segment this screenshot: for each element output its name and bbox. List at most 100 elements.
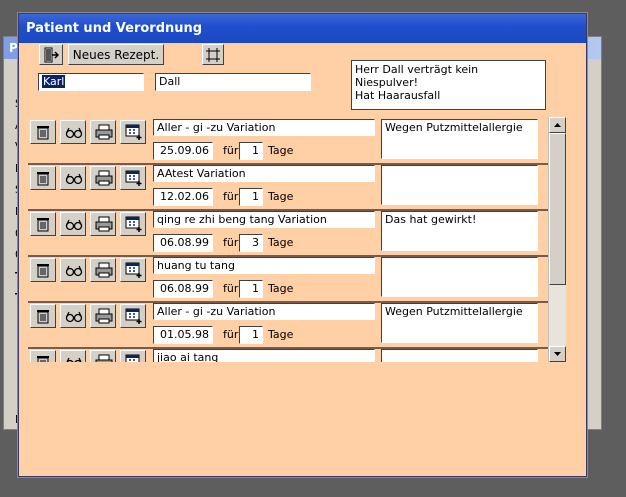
exit-button[interactable] (39, 44, 63, 65)
calendar-add-button[interactable] (120, 304, 146, 328)
trash-icon (37, 172, 49, 186)
prescription-row: jiao ai tang für Tage (28, 347, 548, 362)
new-prescription-button[interactable]: Neues Rezept. (68, 44, 164, 65)
days-unit-label: Tage (268, 236, 294, 249)
prescription-date-field[interactable]: 06.08.99 (153, 234, 213, 252)
prescription-row: Aller - gi -zu Variation 25.09.06 für 1 … (28, 117, 548, 165)
printer-icon (95, 308, 113, 324)
for-label: für (223, 144, 239, 157)
calendar-add-button[interactable] (120, 166, 146, 190)
prescription-note-field[interactable]: Das hat gewirkt! (381, 211, 538, 251)
delete-button[interactable] (30, 258, 56, 282)
for-label: für (223, 328, 239, 341)
prescription-row: AAtest Variation 12.02.06 für 1 Tage (28, 163, 548, 211)
window-titlebar[interactable]: Patient und Verordnung (19, 14, 586, 43)
print-button[interactable] (90, 304, 116, 328)
prescription-row: Aller - gi -zu Variation 01.05.98 für 1 … (28, 301, 548, 349)
for-label: für (223, 190, 239, 203)
printer-icon (95, 354, 113, 362)
view-button[interactable] (60, 350, 86, 362)
prescription-note-field[interactable]: Wegen Putzmittelallergie (381, 119, 538, 159)
prescription-date-field[interactable]: 25.09.06 (153, 142, 213, 160)
glasses-icon (65, 127, 83, 139)
prescription-note-field[interactable]: Wegen Putzmittelallergie (381, 303, 538, 343)
prescription-name-field[interactable]: AAtest Variation (153, 165, 375, 182)
days-field[interactable]: 1 (239, 326, 263, 344)
trash-icon (37, 218, 49, 232)
glasses-icon (65, 311, 83, 323)
prescription-note-field[interactable] (381, 349, 538, 362)
exit-door-icon (44, 47, 59, 62)
print-button[interactable] (90, 120, 116, 144)
prescription-date-field[interactable]: 06.08.99 (153, 280, 213, 298)
calendar-add-icon (125, 216, 142, 232)
printer-icon (95, 262, 113, 278)
days-field[interactable]: 1 (239, 188, 263, 206)
vertical-scrollbar[interactable] (548, 117, 566, 362)
print-button[interactable] (90, 258, 116, 282)
calendar-add-icon (125, 124, 142, 140)
days-unit-label: Tage (268, 282, 294, 295)
calendar-add-icon (125, 170, 142, 186)
prescription-name-field[interactable]: huang tu tang (153, 257, 375, 274)
prescription-note-field[interactable] (381, 165, 538, 205)
days-unit-label: Tage (268, 328, 294, 341)
prescription-name-field[interactable]: Aller - gi -zu Variation (153, 303, 375, 320)
prescription-note-field[interactable] (381, 257, 538, 297)
view-button[interactable] (60, 120, 86, 144)
days-field[interactable]: 1 (239, 280, 263, 298)
background-window-title: P (9, 41, 18, 55)
view-button[interactable] (60, 258, 86, 282)
calendar-add-button[interactable] (120, 350, 146, 362)
patient-note-text: Herr Dall verträgt kein Niespulver! Hat … (355, 63, 479, 102)
delete-button[interactable] (30, 304, 56, 328)
print-button[interactable] (90, 350, 116, 362)
days-unit-label: Tage (268, 144, 294, 157)
print-button[interactable] (90, 166, 116, 190)
glasses-icon (65, 265, 83, 277)
trash-icon (37, 310, 49, 324)
calendar-add-icon (125, 262, 142, 278)
layout-button[interactable] (202, 44, 224, 65)
prescription-list: Aller - gi -zu Variation 25.09.06 für 1 … (28, 117, 548, 362)
window-client: Neues Rezept. Karl Dall Herr Dall verträ… (23, 43, 582, 471)
prescription-name-field[interactable]: qing re zhi beng tang Variation (153, 211, 375, 228)
prescription-date-field[interactable]: 12.02.06 (153, 188, 213, 206)
for-label: für (223, 282, 239, 295)
patient-note-field[interactable]: Herr Dall verträgt kein Niespulver! Hat … (351, 60, 546, 110)
for-label: für (223, 236, 239, 249)
trash-icon (37, 264, 49, 278)
days-field[interactable]: 3 (239, 234, 263, 252)
trash-icon (37, 356, 49, 362)
trash-icon (37, 126, 49, 140)
view-button[interactable] (60, 166, 86, 190)
scroll-down-button[interactable] (549, 346, 566, 362)
glasses-icon (65, 173, 83, 185)
view-button[interactable] (60, 304, 86, 328)
delete-button[interactable] (30, 350, 56, 362)
last-name-field[interactable]: Dall (155, 73, 311, 91)
scroll-thumb[interactable] (549, 133, 566, 285)
prescription-name-field[interactable]: Aller - gi -zu Variation (153, 119, 375, 136)
printer-icon (95, 170, 113, 186)
days-unit-label: Tage (268, 190, 294, 203)
calendar-add-button[interactable] (120, 120, 146, 144)
calendar-add-button[interactable] (120, 258, 146, 282)
print-button[interactable] (90, 212, 116, 236)
first-name-field[interactable]: Karl (38, 73, 144, 91)
arrow-up-icon (554, 123, 561, 127)
prescription-date-field[interactable]: 01.05.98 (153, 326, 213, 344)
days-field[interactable]: 1 (239, 142, 263, 160)
prescription-row: qing re zhi beng tang Variation 06.08.99… (28, 209, 548, 257)
calendar-add-icon (125, 308, 142, 324)
calendar-add-button[interactable] (120, 212, 146, 236)
view-button[interactable] (60, 212, 86, 236)
prescription-name-field[interactable]: jiao ai tang (153, 349, 375, 362)
arrow-down-icon (554, 352, 561, 356)
delete-button[interactable] (30, 212, 56, 236)
printer-icon (95, 124, 113, 140)
delete-button[interactable] (30, 166, 56, 190)
first-name-value: Karl (42, 75, 66, 88)
delete-button[interactable] (30, 120, 56, 144)
scroll-up-button[interactable] (549, 117, 566, 133)
